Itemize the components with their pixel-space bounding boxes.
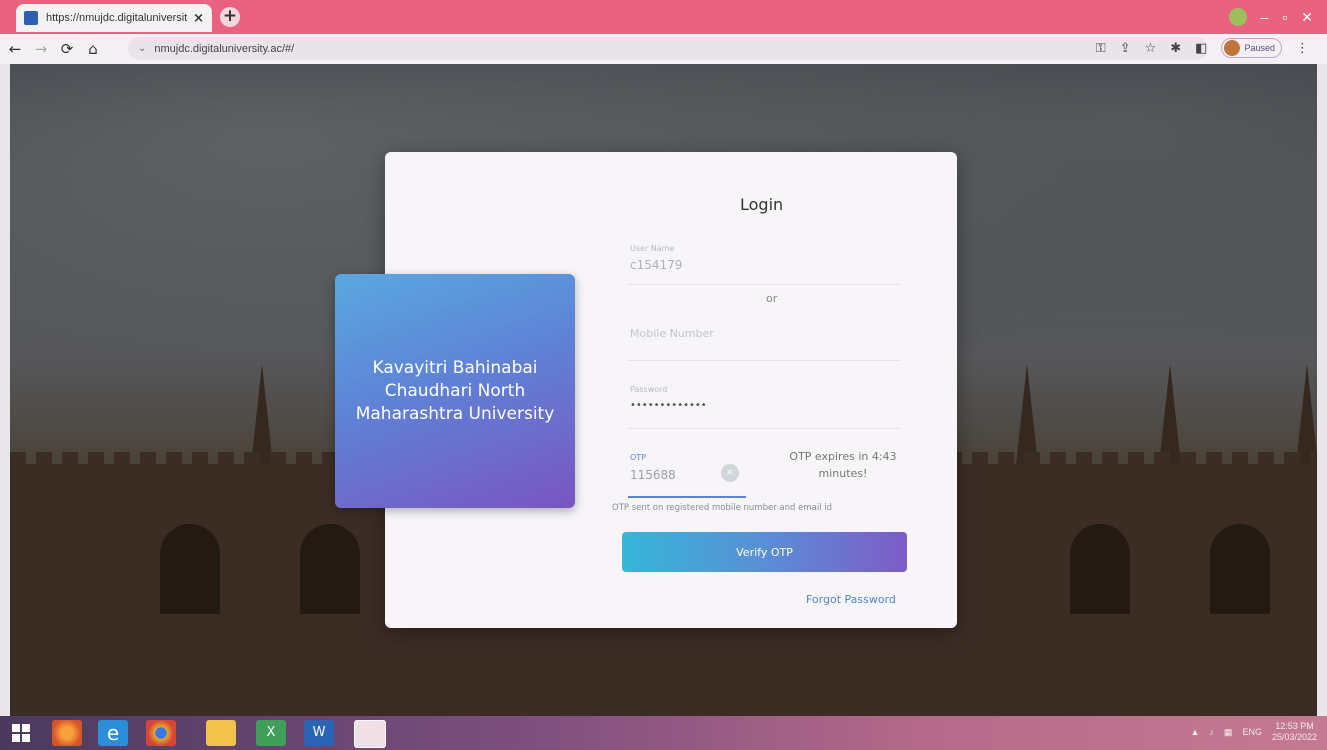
browser-toolbar: ← → ⟳ ⌂ ⌄ nmujdc.digitaluniversity.ac/#/… xyxy=(0,34,1327,64)
clock-time: 12:53 PM xyxy=(1275,721,1314,731)
building-window xyxy=(1070,524,1130,614)
login-title: Login xyxy=(740,195,784,214)
reload-icon[interactable]: ⟳ xyxy=(56,40,78,58)
university-brand-panel: Kavayitri Bahinabai Chaudhari North Maha… xyxy=(335,274,575,508)
building-window xyxy=(1210,524,1270,614)
share-icon[interactable]: ⇪ xyxy=(1120,41,1131,56)
firefox-icon[interactable] xyxy=(52,720,82,746)
maximize-button[interactable]: ▫ xyxy=(1282,9,1287,25)
password-field[interactable]: ••••••••••••• xyxy=(630,400,707,411)
chrome-icon[interactable] xyxy=(146,720,176,746)
window-controls: – ▫ ✕ xyxy=(1228,8,1313,26)
network-icon[interactable]: ▦ xyxy=(1224,727,1233,738)
otp-expiry-timer: OTP expires in 4:43 minutes! xyxy=(789,450,897,480)
word-icon[interactable]: W xyxy=(304,720,334,746)
otp-label: OTP xyxy=(630,453,647,462)
mobile-underline xyxy=(628,360,900,361)
password-underline xyxy=(628,428,900,429)
extensions-puzzle-icon[interactable]: ✱ xyxy=(1170,41,1181,56)
otp-clear-icon[interactable]: × xyxy=(721,464,739,482)
forward-arrow-icon[interactable]: → xyxy=(30,40,52,58)
bookmark-star-icon[interactable]: ☆ xyxy=(1145,41,1157,56)
excel-icon[interactable]: X xyxy=(256,720,286,746)
or-separator: or xyxy=(766,292,778,305)
new-tab-button[interactable]: + xyxy=(220,7,240,27)
tab-title: https://nmujdc.digitaluniversity.ac/#/ xyxy=(46,12,188,24)
language-indicator[interactable]: ENG xyxy=(1242,727,1262,737)
browser-tab[interactable]: https://nmujdc.digitaluniversity.ac/#/ × xyxy=(16,4,212,32)
tab-search-icon[interactable] xyxy=(1228,8,1247,26)
username-label: User Name xyxy=(630,244,675,253)
avatar xyxy=(1224,40,1241,56)
otp-hint-text: OTP sent on registered mobile number and… xyxy=(612,503,832,513)
forgot-password-link[interactable]: Forgot Password xyxy=(806,593,896,606)
close-tab-icon[interactable]: × xyxy=(193,11,204,26)
username-underline xyxy=(628,284,900,285)
minimize-button[interactable]: – xyxy=(1261,9,1269,25)
site-favicon-icon xyxy=(24,11,38,25)
volume-icon[interactable]: ♪ xyxy=(1209,727,1214,737)
close-window-button[interactable]: ✕ xyxy=(1301,9,1313,26)
password-label: Password xyxy=(630,385,668,394)
paint-icon[interactable] xyxy=(354,720,386,748)
taskbar: e X W ▲ ♪ ▦ ENG 12:53 PM 25/03/2022 xyxy=(0,716,1327,750)
verify-otp-button[interactable]: Verify OTP xyxy=(622,532,907,572)
tray-chevron-icon[interactable]: ▲ xyxy=(1191,727,1200,737)
otp-underline xyxy=(628,496,746,498)
file-explorer-icon[interactable] xyxy=(206,720,236,746)
building-window xyxy=(160,524,220,614)
building-window xyxy=(300,524,360,614)
profile-status: Paused xyxy=(1244,43,1275,53)
clock-date: 25/03/2022 xyxy=(1271,732,1317,742)
address-bar[interactable]: ⌄ nmujdc.digitaluniversity.ac/#/ xyxy=(128,37,1208,60)
toolbar-icons: ⚿ ⇪ ☆ ✱ ◧ Paused ⋮ xyxy=(1096,38,1309,58)
browser-tab-bar: https://nmujdc.digitaluniversity.ac/#/ ×… xyxy=(0,0,1327,34)
internet-explorer-icon[interactable]: e xyxy=(98,720,128,746)
side-panel-icon[interactable]: ◧ xyxy=(1195,41,1207,56)
url-text: nmujdc.digitaluniversity.ac/#/ xyxy=(154,42,295,55)
username-field[interactable]: c154179 xyxy=(630,258,682,272)
mobile-number-field[interactable]: Mobile Number xyxy=(630,327,714,340)
site-info-icon[interactable]: ⌄ xyxy=(138,43,146,54)
otp-field[interactable]: 115688 xyxy=(630,468,676,482)
key-icon[interactable]: ⚿ xyxy=(1096,41,1106,56)
menu-kebab-icon[interactable]: ⋮ xyxy=(1296,41,1309,56)
start-windows-icon[interactable] xyxy=(12,724,30,742)
university-name: Kavayitri Bahinabai Chaudhari North Maha… xyxy=(355,357,555,424)
profile-button[interactable]: Paused xyxy=(1221,38,1282,58)
clock[interactable]: 12:53 PM 25/03/2022 xyxy=(1272,721,1317,743)
back-arrow-icon[interactable]: ← xyxy=(4,40,26,58)
home-icon[interactable]: ⌂ xyxy=(82,40,104,58)
system-tray: ▲ ♪ ▦ ENG 12:53 PM 25/03/2022 xyxy=(1191,721,1318,743)
